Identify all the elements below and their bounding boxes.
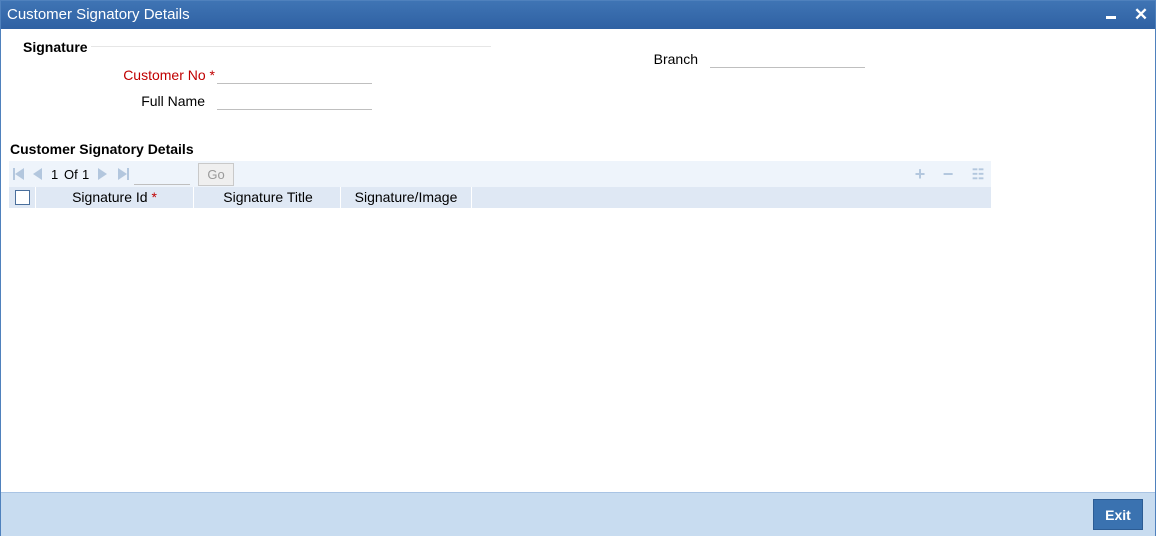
grid-header: Signature Id * Signature Title Signature… — [9, 187, 991, 208]
select-all-cell — [9, 187, 36, 208]
title-bar: Customer Signatory Details ✕ — [1, 1, 1155, 29]
branch-input[interactable] — [710, 50, 865, 68]
required-marker: * — [151, 189, 157, 205]
add-row-icon[interactable]: + — [911, 165, 929, 183]
footer-bar: Exit — [1, 492, 1155, 536]
signature-section-label: Signature — [23, 39, 88, 55]
customer-no-input[interactable] — [217, 66, 372, 84]
minimize-icon[interactable] — [1101, 5, 1121, 25]
column-header-signature-title[interactable]: Signature Title — [196, 187, 341, 208]
details-section-label: Customer Signatory Details — [10, 141, 194, 157]
column-header-label: Signature Id — [72, 189, 148, 205]
page-of-label: Of — [64, 167, 78, 182]
total-pages: 1 — [82, 167, 90, 182]
column-header-signature-image[interactable]: Signature/Image — [341, 187, 472, 208]
branch-label: Branch — [653, 51, 698, 67]
required-marker: * — [209, 67, 215, 83]
window-title: Customer Signatory Details — [7, 6, 190, 23]
page-number-input[interactable] — [134, 165, 190, 185]
delete-row-icon[interactable]: − — [939, 165, 957, 183]
section-divider — [91, 46, 491, 47]
last-page-icon[interactable] — [118, 168, 130, 180]
go-button[interactable]: Go — [198, 163, 234, 186]
customer-signatory-window: Customer Signatory Details ✕ Signature C… — [0, 0, 1156, 536]
first-page-icon[interactable] — [13, 168, 25, 180]
customer-no-label: Customer No * — [81, 67, 215, 83]
full-name-label: Full Name — [141, 93, 205, 109]
close-icon[interactable]: ✕ — [1131, 5, 1151, 25]
column-header-signature-id[interactable]: Signature Id * — [36, 187, 194, 208]
single-view-icon[interactable]: ☷ — [969, 165, 987, 183]
customer-no-label-text: Customer No — [123, 67, 206, 83]
select-all-checkbox[interactable] — [14, 190, 30, 205]
exit-button[interactable]: Exit — [1093, 499, 1143, 530]
full-name-input[interactable] — [217, 92, 372, 110]
current-page: 1 — [51, 167, 59, 182]
next-page-icon[interactable] — [98, 168, 110, 180]
previous-page-icon[interactable] — [33, 168, 45, 180]
grid-toolbar: 1 Of 1 Go + − ☷ — [9, 161, 991, 187]
